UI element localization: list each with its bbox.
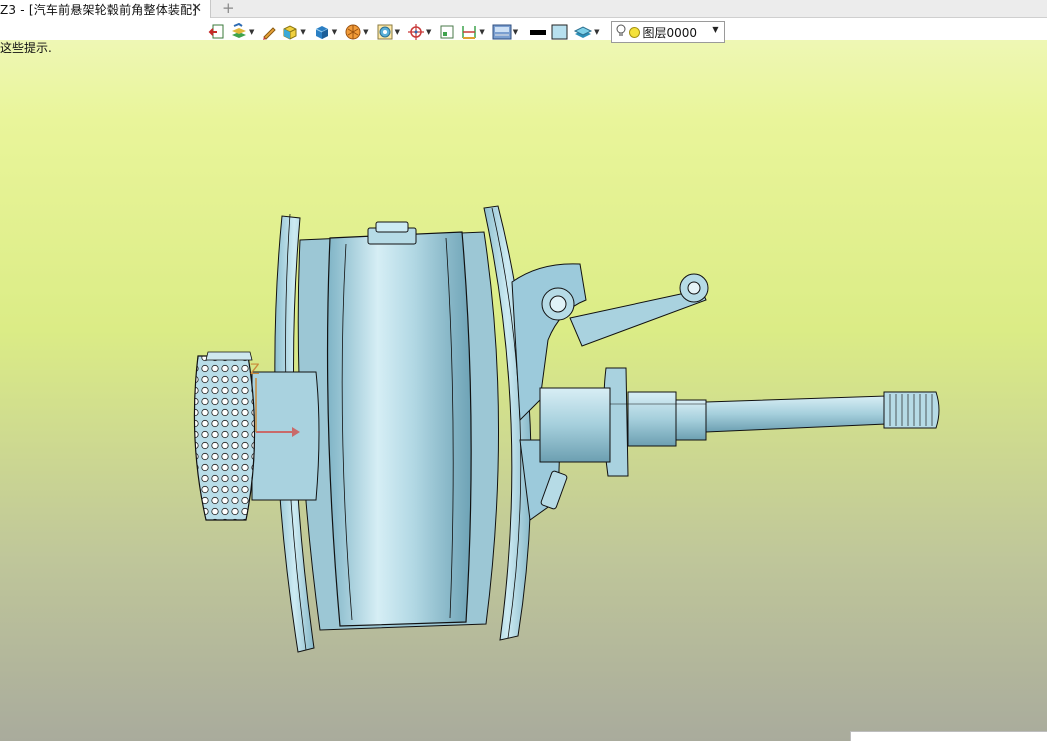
layer-color-icon — [628, 26, 640, 38]
tab-strip: Z3 - [汽车前悬架轮毂前角整体装配] ✕ + — [0, 0, 1047, 18]
shaded-box-icon[interactable]: ▼ — [281, 21, 308, 43]
dimension-icon[interactable]: ▼ — [460, 21, 487, 43]
line-color-swatch[interactable] — [529, 21, 547, 43]
document-tab-title: Z3 - [汽车前悬架轮毂前角整体装配] — [0, 2, 198, 17]
chevron-down-icon[interactable]: ▼ — [332, 28, 337, 36]
layer-manager-icon[interactable]: ▼ — [230, 21, 257, 43]
exit-tool-icon[interactable] — [208, 21, 226, 43]
face-color-swatch[interactable] — [551, 21, 569, 43]
hub-assembly-model[interactable]: Z — [0, 56, 1047, 741]
chevron-down-icon[interactable]: ▼ — [363, 28, 368, 36]
chevron-down-icon[interactable]: ▼ — [426, 28, 431, 36]
chevron-down-icon[interactable]: ▼ — [513, 28, 518, 36]
chevron-down-icon[interactable]: ▼ — [395, 28, 400, 36]
document-tab[interactable]: Z3 - [汽车前悬架轮毂前角整体装配] ✕ — [0, 0, 211, 18]
chevron-down-icon[interactable]: ▼ — [594, 28, 599, 36]
layer-stack-icon[interactable]: ▼ — [573, 21, 602, 43]
chevron-down-icon[interactable]: ▼ — [300, 28, 305, 36]
axis-z-label: Z — [250, 362, 260, 378]
close-tab-icon[interactable]: ✕ — [191, 1, 202, 17]
add-tab-icon[interactable]: + — [222, 0, 235, 17]
render-mode-icon[interactable]: ▼ — [344, 21, 371, 43]
solid-view-icon[interactable]: ▼ — [313, 21, 340, 43]
chevron-down-icon[interactable]: ▼ — [479, 28, 484, 36]
layer-dropdown-value: 图层0000 — [642, 25, 698, 40]
status-panel-edge — [850, 731, 1047, 741]
3d-viewport[interactable]: Z — [0, 56, 1047, 741]
view-toolbar: ▼ ▼ ▼ ▼ ▼ ▼ ▼ ▼ ▼ 图层0000 ▼ — [208, 20, 808, 44]
chevron-down-icon[interactable]: ▼ — [712, 25, 718, 34]
grid-frame-icon[interactable] — [438, 21, 456, 43]
pen-edit-icon[interactable] — [261, 21, 277, 43]
lightbulb-icon[interactable] — [616, 24, 626, 41]
origin-snap-icon[interactable]: ▼ — [407, 21, 434, 43]
layer-dropdown[interactable]: 图层0000 ▼ — [610, 21, 725, 43]
prompt-hint: 这些提示. — [0, 41, 52, 55]
chevron-down-icon[interactable]: ▼ — [249, 28, 254, 36]
view-layout-icon[interactable]: ▼ — [492, 21, 521, 43]
display-filter-icon[interactable]: ▼ — [376, 21, 403, 43]
